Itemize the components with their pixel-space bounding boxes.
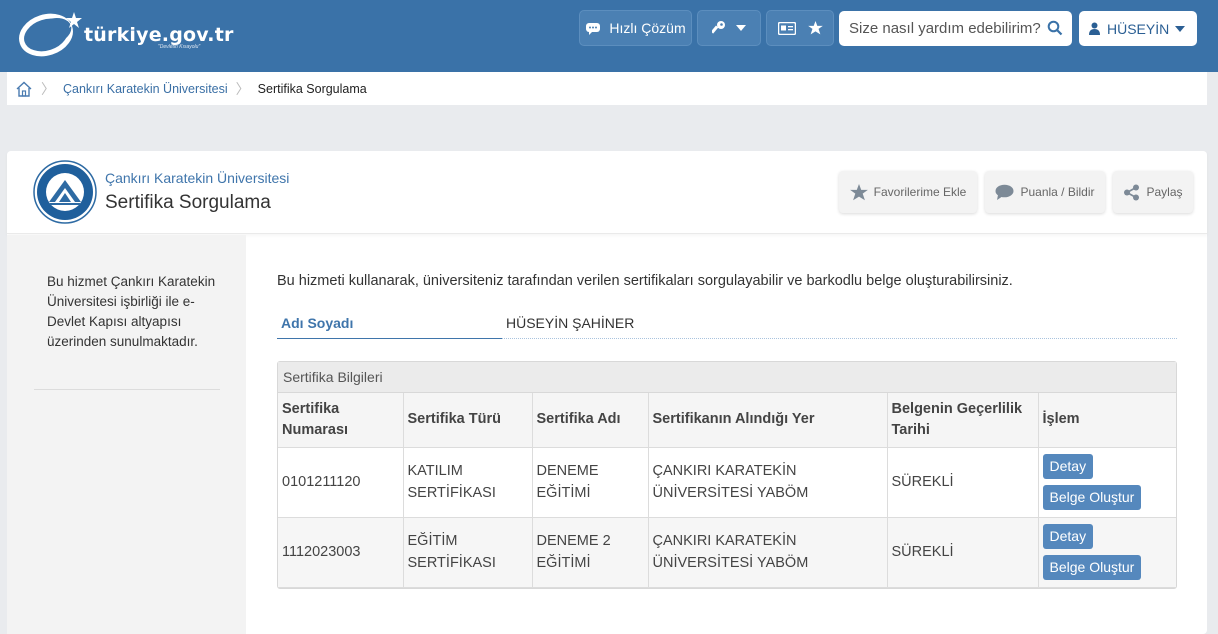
logo-text: türkiye.gov.tr [84,24,234,46]
sidebar-info-text: Bu hizmet Çankırı Karatekin Üniversitesi… [47,274,216,349]
service-sidebar: Bu hizmet Çankırı Karatekin Üniversitesi… [7,235,246,634]
id-card-icon [777,21,796,35]
crescent-star-icon [19,12,82,57]
cell-number: 0101211120 [278,447,404,518]
card-favorites-button[interactable] [766,10,834,46]
cell-place: ÇANKIRI KARATEKİN ÜNİVERSİTESİ YABÖM [648,517,888,588]
home-icon[interactable] [15,81,33,97]
key-icon [712,21,725,34]
sidebar-divider [34,389,220,390]
service-panel: Çankırı Karatekin Üniversitesi Sertifika… [7,151,1207,634]
rate-report-label: Puanla / Bildir [1020,185,1095,199]
cell-number: 1112023003 [278,517,404,588]
cell-place: ÇANKIRI KARATEKİN ÜNİVERSİTESİ YABÖM [648,447,888,518]
add-favorites-label: Favorilerime Ekle [873,185,967,199]
top-header: türkiye.gov.tr "Devletin Kısayolu" Hızlı… [0,0,1218,72]
star-icon [807,21,823,35]
university-seal-icon [33,160,97,224]
chevron-down-icon [736,25,746,31]
cell-type: EĞİTİM SERTİFİKASI [403,517,533,588]
table-row: 0101211120 KATILIM SERTİFİKASI DENEME EĞ… [278,447,1176,518]
service-description: Bu hizmeti kullanarak, üniversiteniz tar… [277,273,1013,289]
breadcrumb-item-organization[interactable]: Çankırı Karatekin Üniversitesi [63,82,228,96]
cell-actions: Detay Belge Oluştur [1038,517,1176,588]
certificate-table: Sertifika Bilgileri Sertifika Numarası S… [277,361,1177,589]
add-favorites-button[interactable]: Favorilerime Ekle [839,171,977,213]
column-header-number: Sertifika Numarası [278,393,404,448]
comment-icon [995,184,1014,200]
chat-icon [586,23,601,35]
cell-validity: SÜREKLİ [887,447,1039,518]
detail-button[interactable]: Detay [1042,524,1094,549]
breadcrumb-separator: 〉 [235,80,250,97]
column-header-place: Sertifikanın Alındığı Yer [648,393,888,448]
share-button[interactable]: Paylaş [1113,171,1193,213]
user-icon [1089,22,1100,35]
column-header-action: İşlem [1038,393,1176,448]
breadcrumb-separator: 〉 [41,80,55,97]
search-input[interactable] [849,20,1045,37]
quick-solution-button[interactable]: Hızlı Çözüm [579,10,692,46]
table-row: 1112023003 EĞİTİM SERTİFİKASI DENEME 2 E… [278,517,1176,588]
organization-name[interactable]: Çankırı Karatekin Üniversitesi [105,170,289,186]
cell-actions: Detay Belge Oluştur [1038,447,1176,518]
breadcrumb: 〉 Çankırı Karatekin Üniversitesi 〉 Serti… [7,72,1207,105]
table-caption: Sertifika Bilgileri [278,362,1176,393]
column-header-type: Sertifika Türü [403,393,533,448]
share-icon [1124,184,1140,200]
detail-button[interactable]: Detay [1042,454,1094,479]
service-header: Çankırı Karatekin Üniversitesi Sertifika… [7,151,1207,234]
name-label: Adı Soyadı [277,307,502,339]
share-label: Paylaş [1146,185,1183,199]
user-name: HÜSEYİN [1107,20,1170,37]
table-header-row: Sertifika Numarası Sertifika Türü Sertif… [278,393,1176,448]
breadcrumb-item-current: Sertifika Sorgulama [257,81,367,96]
cell-name: DENEME EĞİTİMİ [532,447,649,518]
user-menu[interactable]: HÜSEYİN [1079,11,1197,46]
search-icon[interactable] [1047,20,1063,36]
cell-type: KATILIM SERTİFİKASI [403,447,533,518]
cell-name: DENEME 2 EĞİTİMİ [532,517,649,588]
page-title: Sertifika Sorgulama [105,192,271,213]
name-value: HÜSEYİN ŞAHİNER [502,307,1177,339]
rate-report-button[interactable]: Puanla / Bildir [985,171,1105,213]
search-box[interactable] [839,11,1072,46]
cell-validity: SÜREKLİ [887,517,1039,588]
column-header-validity: Belgenin Geçerlilik Tarihi [887,393,1039,448]
create-document-button[interactable]: Belge Oluştur [1042,485,1142,510]
turkiye-gov-logo[interactable]: türkiye.gov.tr "Devletin Kısayolu" [18,8,233,60]
chevron-down-icon [1175,26,1185,32]
create-document-button[interactable]: Belge Oluştur [1042,555,1142,580]
quick-solution-label: Hızlı Çözüm [609,20,686,36]
column-header-name: Sertifika Adı [532,393,649,448]
logo-tagline: "Devletin Kısayolu" [158,44,201,50]
key-menu-button[interactable] [697,10,761,46]
star-icon [849,183,868,200]
